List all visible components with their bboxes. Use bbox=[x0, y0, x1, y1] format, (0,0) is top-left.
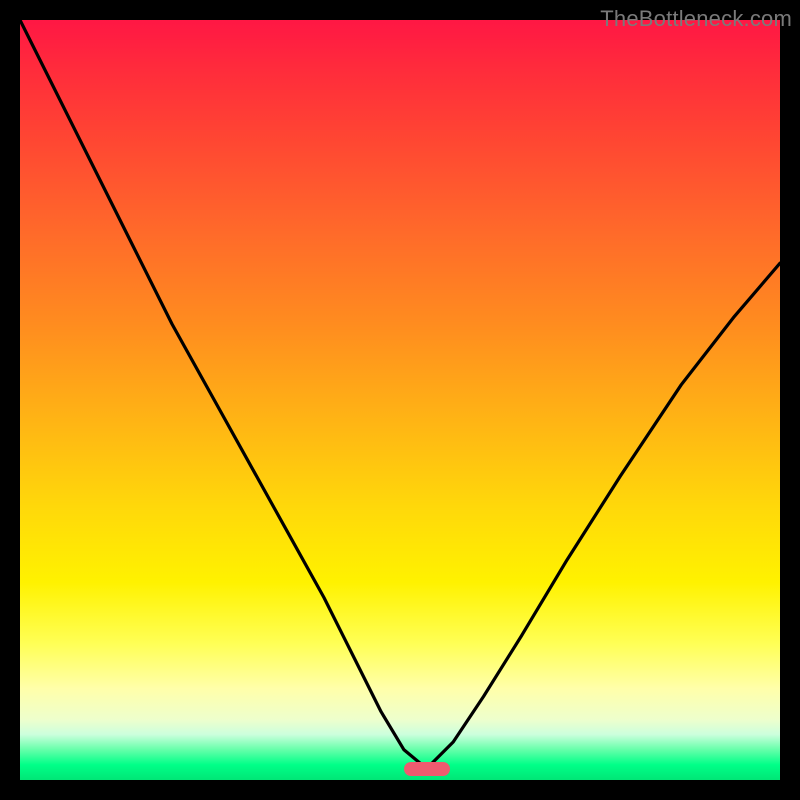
watermark-text: TheBottleneck.com bbox=[600, 6, 792, 32]
chart-frame bbox=[20, 20, 780, 780]
minimum-marker-pill bbox=[404, 762, 450, 776]
chart-gradient-background bbox=[20, 20, 780, 780]
